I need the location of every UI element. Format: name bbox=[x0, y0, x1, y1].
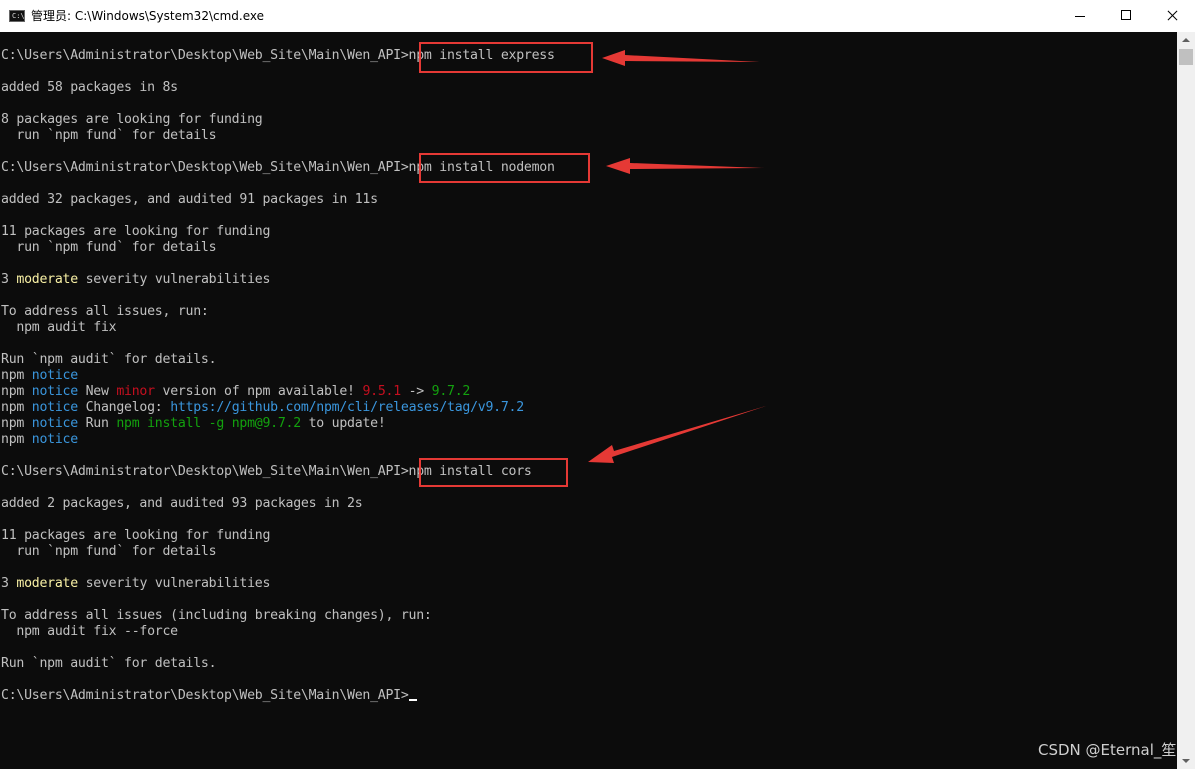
arrow-icon bbox=[602, 50, 760, 66]
arrow-icon bbox=[588, 406, 766, 463]
watermark: CSDN @Eternal_笙 bbox=[1038, 741, 1177, 759]
annotation-arrows bbox=[588, 50, 766, 463]
arrow-icon bbox=[606, 158, 764, 174]
cmd-window: C:\ 管理员: C:\Windows\System32\cmd.exe C:\… bbox=[0, 0, 1195, 769]
